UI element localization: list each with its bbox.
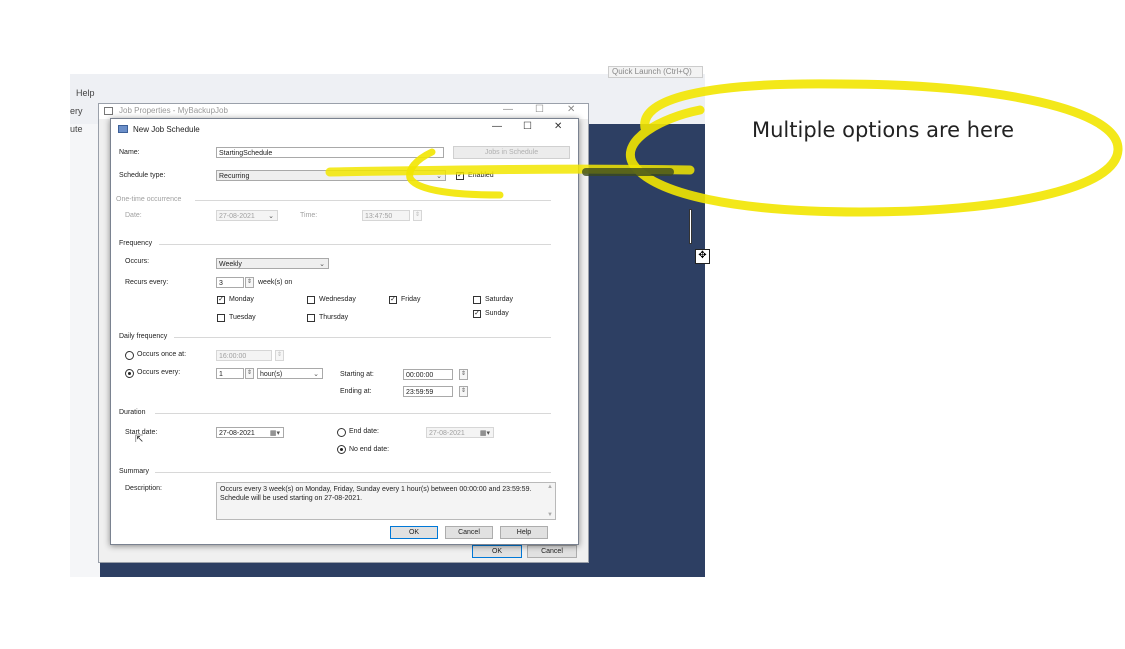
highlight-annotation bbox=[325, 79, 1123, 217]
highlight-ellipse bbox=[625, 79, 1123, 217]
annotation-text: Multiple options are here bbox=[752, 118, 1015, 142]
